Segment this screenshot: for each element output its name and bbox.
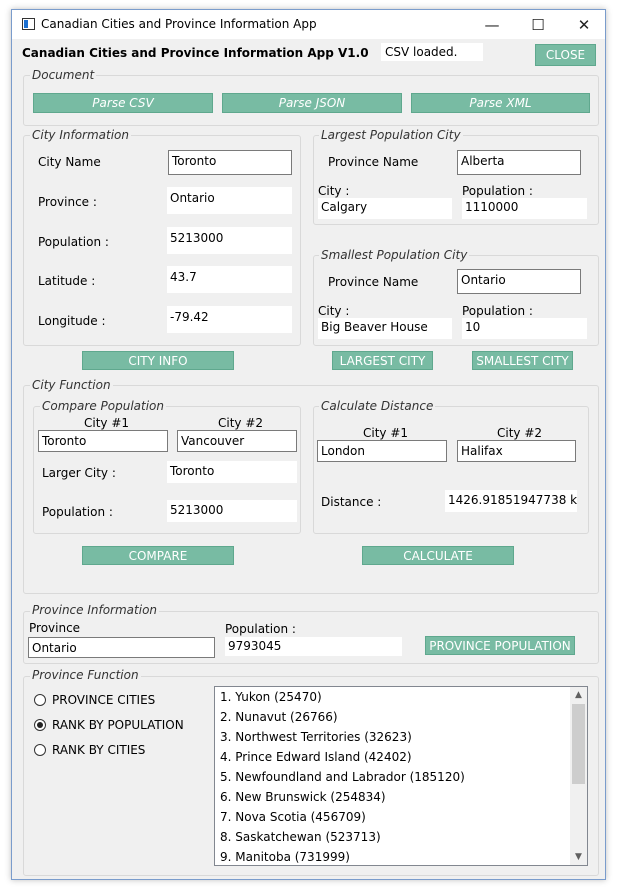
largest-population-label: Population : bbox=[462, 184, 533, 198]
compare-city1-input[interactable]: Toronto bbox=[38, 430, 168, 452]
close-icon[interactable]: ✕ bbox=[561, 10, 607, 39]
province-info-province-label: Province bbox=[29, 621, 81, 635]
population-value: 5213000 bbox=[167, 227, 292, 254]
calculate-button[interactable]: CALCULATE bbox=[362, 546, 514, 565]
list-item[interactable]: 6. New Brunswick (254834) bbox=[215, 787, 587, 807]
largest-city-button[interactable]: LARGEST CITY bbox=[332, 351, 433, 370]
compare-city2-input[interactable]: Vancouver bbox=[177, 430, 297, 452]
province-listbox[interactable]: 1. Yukon (25470) 2. Nunavut (26766) 3. N… bbox=[214, 686, 588, 866]
radio-province-cities[interactable]: PROVINCE CITIES bbox=[34, 693, 155, 707]
listbox-scrollbar[interactable]: ▲ ▼ bbox=[570, 687, 587, 865]
radio-label: RANK BY POPULATION bbox=[52, 718, 184, 732]
list-item[interactable]: 4. Prince Edward Island (42402) bbox=[215, 747, 587, 767]
compare-city2-label: City #2 bbox=[218, 416, 264, 430]
province-info-population-value: 9793045 bbox=[225, 637, 402, 656]
status-text: CSV loaded. bbox=[381, 43, 483, 61]
compare-population-value-label: Population : bbox=[42, 505, 113, 519]
province-info-population-label: Population : bbox=[225, 622, 296, 636]
document-group-label: Document bbox=[30, 68, 97, 82]
larger-city-label: Larger City : bbox=[42, 466, 116, 480]
scroll-up-icon[interactable]: ▲ bbox=[570, 687, 587, 703]
maximize-icon[interactable]: ☐ bbox=[515, 10, 561, 39]
smallest-population-label: Population : bbox=[462, 304, 533, 318]
window-title: Canadian Cities and Province Information… bbox=[41, 17, 317, 31]
city-name-label: City Name bbox=[38, 155, 101, 169]
smallest-city-button[interactable]: SMALLEST CITY bbox=[472, 351, 573, 370]
title-bar: Canadian Cities and Province Information… bbox=[12, 10, 605, 39]
smallest-city-group-label: Smallest Population City bbox=[319, 248, 470, 262]
radio-button-checked[interactable] bbox=[34, 719, 46, 731]
smallest-city-label: City : bbox=[318, 304, 350, 318]
radio-button[interactable] bbox=[34, 694, 46, 706]
radio-label: PROVINCE CITIES bbox=[52, 693, 156, 707]
minimize-icon[interactable]: — bbox=[469, 10, 515, 39]
population-label: Population : bbox=[38, 235, 109, 249]
distance-city2-label: City #2 bbox=[497, 426, 543, 440]
parse-csv-button[interactable]: Parse CSV bbox=[33, 93, 213, 113]
province-info-group-label: Province Information bbox=[30, 603, 160, 617]
list-item[interactable]: 2. Nunavut (26766) bbox=[215, 707, 587, 727]
larger-city-value: Toronto bbox=[167, 461, 297, 483]
city-name-input[interactable]: Toronto bbox=[168, 150, 292, 175]
latitude-value: 43.7 bbox=[167, 266, 292, 293]
largest-province-input[interactable]: Alberta bbox=[457, 150, 581, 175]
parse-json-button[interactable]: Parse JSON bbox=[222, 93, 402, 113]
city-function-group-label: City Function bbox=[30, 378, 113, 392]
list-item[interactable]: 9. Manitoba (731999) bbox=[215, 847, 587, 865]
province-population-button[interactable]: PROVINCE POPULATION bbox=[425, 636, 575, 655]
close-button[interactable]: CLOSE bbox=[535, 44, 596, 66]
latitude-label: Latitude : bbox=[38, 274, 96, 288]
list-item[interactable]: 5. Newfoundland and Labrador (185120) bbox=[215, 767, 587, 787]
largest-province-label: Province Name bbox=[328, 155, 419, 169]
parse-xml-button[interactable]: Parse XML bbox=[411, 93, 590, 113]
largest-population-value: 1110000 bbox=[462, 198, 587, 219]
list-item[interactable]: 1. Yukon (25470) bbox=[215, 687, 587, 707]
radio-label: RANK BY CITIES bbox=[52, 743, 146, 757]
distance-city2-input[interactable]: Halifax bbox=[457, 440, 576, 462]
distance-city1-label: City #1 bbox=[363, 426, 409, 440]
smallest-province-label: Province Name bbox=[328, 275, 419, 289]
province-info-province-input[interactable]: Ontario bbox=[28, 637, 215, 658]
app-window: Canadian Cities and Province Information… bbox=[11, 9, 606, 880]
distance-label: Distance : bbox=[321, 495, 382, 509]
list-item[interactable]: 3. Northwest Territories (32623) bbox=[215, 727, 587, 747]
distance-city1-input[interactable]: London bbox=[317, 440, 447, 462]
radio-button[interactable] bbox=[34, 744, 46, 756]
largest-city-label: City : bbox=[318, 184, 350, 198]
province-function-group-label: Province Function bbox=[30, 668, 141, 682]
list-item[interactable]: 7. Nova Scotia (456709) bbox=[215, 807, 587, 827]
largest-city-value: Calgary bbox=[318, 198, 452, 219]
longitude-value: -79.42 bbox=[167, 306, 292, 333]
list-item[interactable]: 8. Saskatchewan (523713) bbox=[215, 827, 587, 847]
app-icon bbox=[22, 18, 35, 30]
app-heading: Canadian Cities and Province Information… bbox=[22, 46, 369, 60]
province-label: Province : bbox=[38, 195, 97, 209]
calculate-distance-label: Calculate Distance bbox=[319, 399, 436, 413]
radio-rank-by-population[interactable]: RANK BY POPULATION bbox=[34, 718, 184, 732]
smallest-population-value: 10 bbox=[462, 318, 587, 339]
province-value: Ontario bbox=[167, 187, 292, 214]
city-info-button[interactable]: CITY INFO bbox=[82, 351, 234, 370]
city-info-group-label: City Information bbox=[30, 128, 132, 142]
scroll-down-icon[interactable]: ▼ bbox=[570, 849, 587, 865]
compare-button[interactable]: COMPARE bbox=[82, 546, 234, 565]
calculate-distance-group bbox=[313, 406, 589, 534]
compare-population-value: 5213000 bbox=[167, 500, 297, 522]
largest-city-group-label: Largest Population City bbox=[319, 128, 463, 142]
smallest-province-input[interactable]: Ontario bbox=[457, 269, 581, 294]
smallest-city-value: Big Beaver House bbox=[318, 318, 452, 339]
distance-value: 1426.91851947738 km bbox=[445, 490, 577, 512]
longitude-label: Longitude : bbox=[38, 314, 106, 328]
compare-population-label: Compare Population bbox=[40, 399, 166, 413]
list-items: 1. Yukon (25470) 2. Nunavut (26766) 3. N… bbox=[215, 687, 587, 865]
scroll-thumb[interactable] bbox=[572, 704, 585, 784]
radio-rank-by-cities[interactable]: RANK BY CITIES bbox=[34, 743, 145, 757]
compare-city1-label: City #1 bbox=[84, 416, 130, 430]
